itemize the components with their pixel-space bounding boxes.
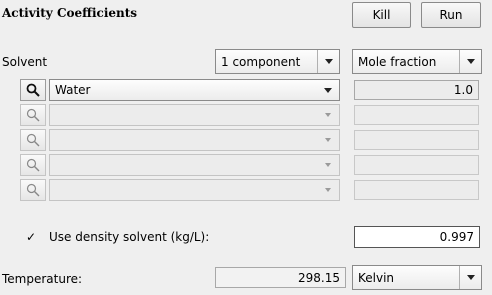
magnifier-icon bbox=[26, 108, 40, 122]
search-component-3-button[interactable] bbox=[20, 129, 46, 151]
chevron-down-icon bbox=[317, 80, 339, 100]
component-5-fraction-input[interactable] bbox=[354, 180, 479, 200]
temperature-input[interactable]: 298.15 bbox=[215, 267, 346, 288]
chevron-down-icon bbox=[459, 50, 481, 73]
component-3-select[interactable] bbox=[49, 129, 340, 151]
density-input[interactable]: 0.997 bbox=[354, 226, 480, 248]
temperature-label: Temperature: bbox=[2, 272, 83, 286]
search-component-1-button[interactable] bbox=[20, 79, 46, 101]
temperature-unit-value: Kelvin bbox=[358, 270, 395, 285]
component-2-fraction-input[interactable] bbox=[354, 105, 479, 125]
density-label: Use density solvent (kg/L): bbox=[49, 230, 210, 244]
magnifier-icon bbox=[26, 133, 40, 147]
components-select-value: 1 component bbox=[221, 54, 301, 69]
magnifier-icon bbox=[26, 158, 40, 172]
solvent-label: Solvent bbox=[2, 55, 48, 69]
component-3-fraction-input[interactable] bbox=[354, 130, 479, 150]
component-4-fraction-input[interactable] bbox=[354, 155, 479, 175]
fraction-select-value: Mole fraction bbox=[358, 54, 437, 69]
magnifier-icon bbox=[26, 83, 40, 97]
chevron-down-icon bbox=[317, 180, 339, 200]
chevron-down-icon bbox=[317, 155, 339, 175]
run-button[interactable]: Run bbox=[421, 2, 481, 28]
component-2-select[interactable] bbox=[49, 104, 340, 126]
magnifier-icon bbox=[26, 183, 40, 197]
fraction-select[interactable]: Mole fraction bbox=[352, 49, 482, 74]
chevron-down-icon bbox=[459, 266, 481, 289]
component-1-name: Water bbox=[55, 83, 91, 97]
kill-button[interactable]: Kill bbox=[352, 2, 411, 28]
component-1-fraction-input[interactable]: 1.0 bbox=[354, 80, 479, 100]
component-1-select[interactable]: Water bbox=[49, 79, 340, 101]
component-5-select[interactable] bbox=[49, 179, 340, 201]
chevron-down-icon bbox=[317, 50, 339, 73]
component-4-select[interactable] bbox=[49, 154, 340, 176]
search-component-4-button[interactable] bbox=[20, 154, 46, 176]
panel-title: Activity Coefficients bbox=[2, 6, 138, 20]
chevron-down-icon bbox=[317, 105, 339, 125]
components-select[interactable]: 1 component bbox=[215, 49, 340, 74]
search-component-5-button[interactable] bbox=[20, 179, 46, 201]
density-checkbox[interactable]: ✓ bbox=[25, 231, 37, 243]
search-component-2-button[interactable] bbox=[20, 104, 46, 126]
temperature-unit-select[interactable]: Kelvin bbox=[352, 265, 482, 290]
chevron-down-icon bbox=[317, 130, 339, 150]
